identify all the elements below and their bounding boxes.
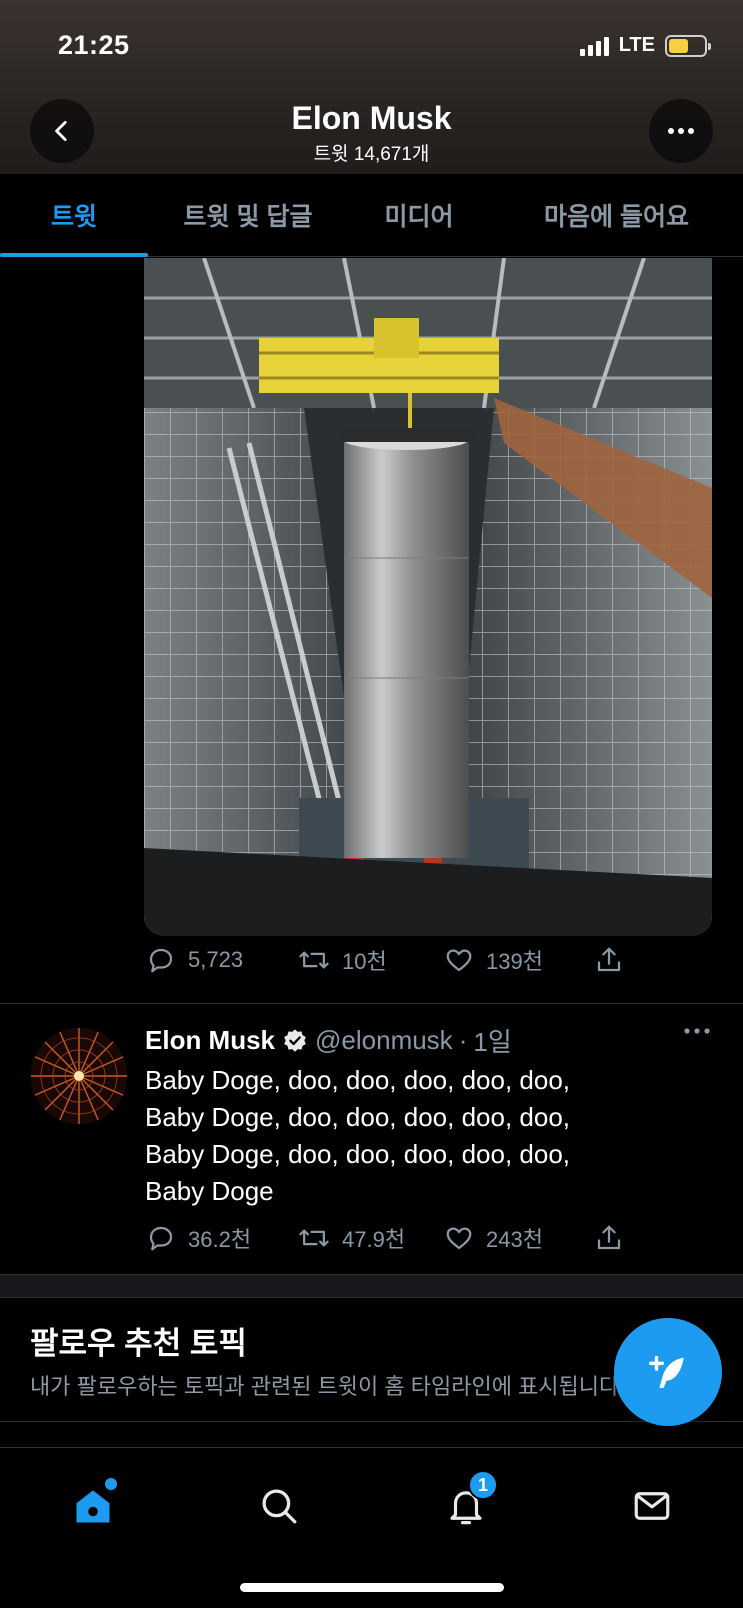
reply-icon [149,948,173,973]
share-icon [597,947,621,972]
more-options-button[interactable] [649,99,713,163]
compose-tweet-button[interactable] [614,1318,722,1426]
battery-icon [665,34,711,57]
tab-tweets-and-replies[interactable]: 트윗 및 답글 [148,174,348,256]
status-indicators: LTE [579,34,711,57]
retweet-icon [299,951,329,969]
notification-badge: 1 [468,1470,498,1500]
author-name[interactable]: Elon Musk [145,1025,275,1056]
home-indicator[interactable] [240,1583,504,1592]
topics-title: 팔로우 추천 토픽 [30,1326,247,1361]
tweet-text[interactable]: Baby Doge, doo, doo, doo, doo, doo, Baby… [145,1062,715,1210]
retweet-button[interactable]: 10천 [298,944,444,976]
home-new-dot [105,1478,117,1490]
retweet-button[interactable]: 47.9천 [298,1222,444,1254]
tweet2-header: Elon Musk @elonmusk · 1일 [145,1022,512,1059]
avatar[interactable] [31,1028,127,1124]
tweet-text-line: Baby Doge, doo, doo, doo, doo, doo, [145,1065,571,1095]
tweet1-actions: 5,723 10천 139천 [146,944,624,976]
compose-feather-icon [649,1355,684,1388]
more-horizontal-icon [684,1028,710,1034]
signal-icon [579,36,609,56]
heart-icon [446,1227,472,1250]
reply-button[interactable]: 5,723 [146,945,298,975]
tweet-divider [0,1003,743,1004]
reply-count: 36.2천 [188,1227,252,1252]
tweet-text-line: Baby Doge [145,1176,274,1206]
profile-header: 21:25 LTE Elon Musk 트윗 14,671개 [0,0,743,174]
tweet-media-image[interactable] [144,258,712,936]
section-divider [0,1274,743,1298]
nav-messages[interactable] [622,1478,682,1534]
nav-search[interactable] [249,1478,309,1534]
tweet-more-button[interactable] [683,1022,711,1040]
tweet-time: 1일 [473,1027,512,1057]
tweet2-actions: 36.2천 47.9천 243천 [146,1222,624,1254]
topics-divider [0,1421,743,1422]
profile-tabs: 트윗 트윗 및 답글 미디어 마음에 들어요 [0,174,743,257]
tab-media[interactable]: 미디어 [348,174,490,256]
rocket-booster-photo-icon [144,258,712,936]
mail-icon [634,1492,670,1520]
share-button[interactable] [594,945,624,975]
heart-icon [446,949,472,972]
reply-icon [149,1226,173,1251]
like-button[interactable]: 243천 [444,1222,594,1254]
profile-title-block: Elon Musk 트윗 14,671개 [0,100,743,166]
like-count: 243천 [486,1227,543,1252]
verified-badge-icon [284,1028,306,1052]
nav-notifications[interactable]: 1 [436,1470,498,1534]
tab-likes[interactable]: 마음에 들어요 [490,174,743,256]
like-count: 139천 [486,949,543,974]
author-handle[interactable]: @elonmusk [315,1025,453,1056]
more-horizontal-icon [668,128,694,134]
search-icon [262,1489,297,1524]
network-label: LTE [618,34,655,56]
share-button[interactable] [594,1223,624,1253]
nav-home[interactable] [63,1478,123,1534]
status-time: 21:25 [58,30,130,60]
retweet-icon [299,1229,329,1247]
retweet-count: 10천 [342,949,387,974]
share-icon [597,1225,621,1250]
like-button[interactable]: 139천 [444,944,594,976]
avatar-starburst-icon [31,1028,127,1124]
tweet-count: 트윗 14,671개 [313,144,430,165]
tab-tweets[interactable]: 트윗 [0,174,148,257]
retweet-count: 47.9천 [342,1227,406,1252]
page-title: Elon Musk [291,100,452,136]
home-icon [76,1490,110,1523]
separator-dot: · [458,1025,468,1055]
tweet-text-line: Baby Doge, doo, doo, doo, doo, doo, [145,1102,571,1132]
reply-count: 5,723 [188,947,244,972]
topics-description: 내가 팔로우하는 토픽과 관련된 트윗이 홈 타임라인에 표시됩니다 [30,1374,620,1399]
reply-button[interactable]: 36.2천 [146,1222,298,1254]
tweet-text-line: Baby Doge, doo, doo, doo, doo, doo, [145,1139,571,1169]
